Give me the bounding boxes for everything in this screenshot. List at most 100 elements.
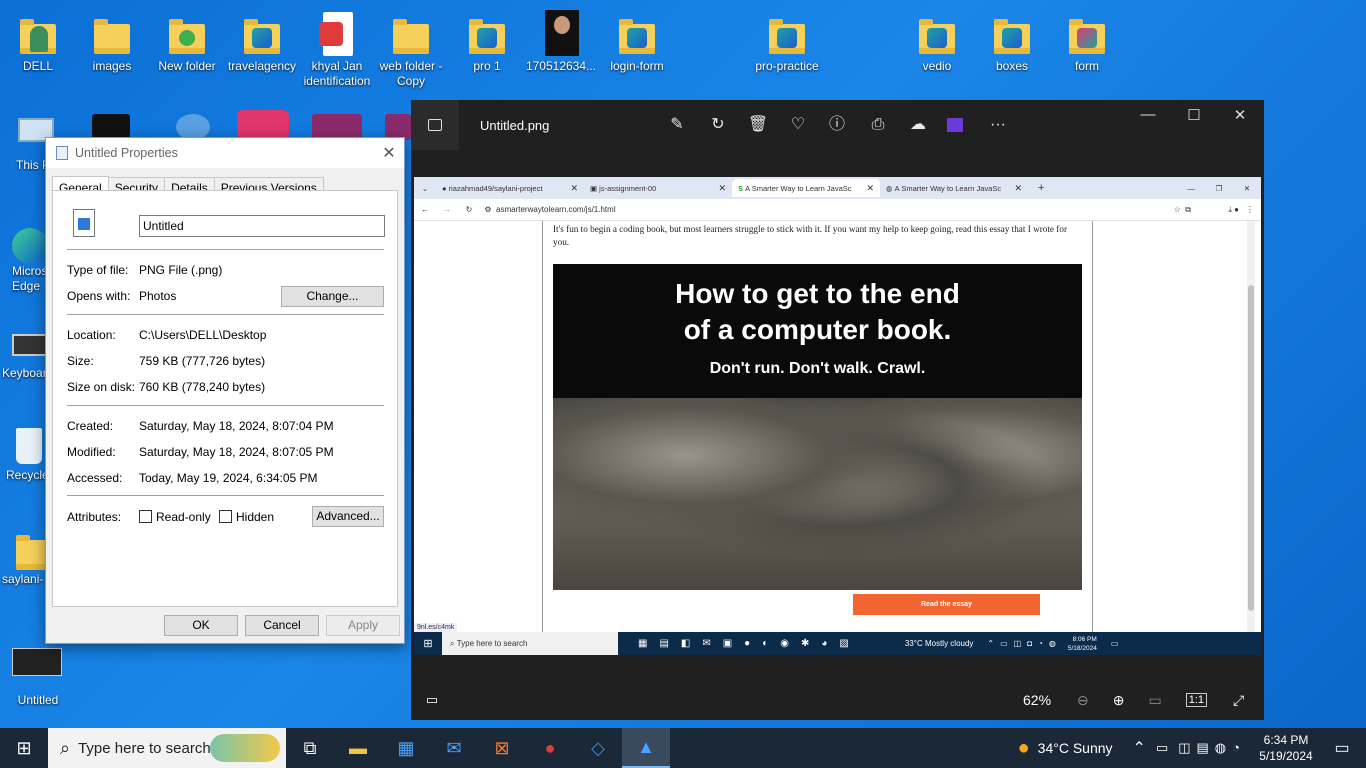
vscode-folder-icon	[767, 12, 807, 56]
created-label: Created:	[67, 419, 114, 433]
zoom-out-icon[interactable]: ⊖	[1077, 692, 1089, 709]
vscode-folder-icon	[467, 12, 507, 56]
print-icon[interactable]: ⎙	[867, 114, 889, 136]
clock[interactable]: 6:34 PM 5/19/2024	[1254, 732, 1318, 764]
desktop-icon-login-form[interactable]: login-form	[599, 12, 675, 74]
advanced-button[interactable]: Advanced...	[312, 506, 384, 527]
apply-button[interactable]: Apply	[326, 615, 400, 636]
zoom-in-icon[interactable]: ⊕	[1113, 692, 1125, 709]
rotate-icon[interactable]: ↻	[707, 114, 729, 136]
search-box[interactable]: ⌕ Type here to search	[48, 728, 286, 768]
desktop-icon-boxes[interactable]: boxes	[974, 12, 1050, 74]
change-button[interactable]: Change...	[281, 286, 384, 307]
desktop-icon-label: pro 1	[473, 59, 501, 73]
desktop-icon-images[interactable]: images	[74, 12, 150, 74]
readonly-label: Read-only	[156, 510, 211, 524]
desktop-icon-web-folder[interactable]: web folder - Copy	[373, 12, 449, 89]
png-file-icon	[73, 209, 95, 237]
filename-input[interactable]	[139, 215, 385, 237]
more-icon[interactable]: ···	[987, 114, 1009, 136]
filmstrip-icon[interactable]: ▭	[411, 692, 453, 708]
inner-search-text: Type here to search	[456, 639, 528, 648]
browser-tab-label: js-assignment-00	[599, 183, 657, 193]
desktop-icon-khyal-jan[interactable]: khyal Jan identification	[299, 12, 375, 89]
desktop-icon-form[interactable]: form	[1049, 12, 1125, 74]
globe-icon: ◍	[886, 183, 895, 193]
image-file-icon	[12, 646, 62, 690]
download-icon: ⤓ ●	[1228, 204, 1239, 214]
desktop-icon-travelagency[interactable]: travelagency	[224, 12, 300, 74]
displayed-image: ⌄ ● riazahmad49/saylani-project ✕ ▣ js-as…	[414, 177, 1261, 655]
checkbox-box[interactable]	[219, 510, 232, 523]
desktop-icon-untitled[interactable]: Untitled	[0, 646, 76, 708]
desktop-icon-dell[interactable]: DELL	[0, 12, 76, 74]
desktop-icon-new-folder[interactable]: New folder	[149, 12, 225, 74]
maximize-icon[interactable]: ☐	[1171, 106, 1217, 128]
wps-icon[interactable]: ●	[526, 728, 574, 768]
start-button[interactable]: ⊞	[0, 728, 48, 768]
size-value: 759 KB (777,726 bytes)	[139, 354, 266, 368]
app-icon[interactable]: ◇	[574, 728, 622, 768]
desktop-icon-vedio[interactable]: vedio	[899, 12, 975, 74]
close-icon[interactable]: ✕	[1217, 106, 1263, 128]
task-view-icon[interactable]: ⧉	[286, 728, 334, 768]
photos-app-icon	[411, 100, 459, 150]
search-icon: ⌕	[450, 638, 457, 648]
tray-icons[interactable]: ◫▤◍◔	[1178, 740, 1246, 756]
close-icon[interactable]: ✕	[374, 143, 404, 163]
size-on-disk-label: Size on disk:	[67, 380, 136, 394]
divider	[67, 405, 384, 406]
store-icon[interactable]: ▦	[382, 728, 430, 768]
ok-button[interactable]: OK	[164, 615, 238, 636]
browser-tab-label: riazahmad49/saylani-project	[448, 183, 543, 193]
mail-icon[interactable]: ✉	[430, 728, 478, 768]
fit-icon[interactable]: ▭	[1149, 692, 1162, 709]
desktop-icon-pro1[interactable]: pro 1	[449, 12, 525, 74]
actual-size-icon[interactable]: 1:1	[1185, 693, 1208, 707]
photos-filename: Untitled.png	[480, 117, 550, 133]
pdf-icon	[317, 12, 357, 56]
desktop-icon-pro-practice[interactable]: pro-practice	[749, 12, 825, 74]
tray-chevron-icon[interactable]: ⌃	[1133, 738, 1146, 758]
browser-tab-label: A Smarter Way to Learn JavaSc	[894, 183, 1002, 193]
file-explorer-icon[interactable]: ▬	[334, 728, 382, 768]
desktop-icon-photo[interactable]: 170512634...	[523, 10, 599, 74]
clock-time: 6:34 PM	[1263, 733, 1309, 747]
cancel-button[interactable]: Cancel	[245, 615, 319, 636]
favorite-icon[interactable]: ♡	[787, 114, 809, 136]
notification-icon[interactable]: ▭	[1318, 728, 1366, 768]
minimize-icon[interactable]: —	[1125, 106, 1171, 128]
delete-icon[interactable]: 🗑	[747, 114, 769, 136]
info-icon[interactable]: ⓘ	[826, 114, 848, 136]
accessed-value: Today, May 19, 2024, 6:34:05 PM	[139, 471, 318, 485]
site-icon: S	[738, 183, 746, 193]
close-icon: ✕	[866, 182, 874, 193]
fullscreen-icon[interactable]: ⤢	[1233, 692, 1244, 709]
clipchamp-icon[interactable]	[947, 118, 963, 132]
desktop-icon-label: boxes	[995, 59, 1029, 73]
vscode-folder-icon	[242, 12, 282, 56]
desktop-icon-label: DELL	[22, 59, 54, 73]
mud-crawl-photo	[553, 398, 1082, 590]
onedrive-icon[interactable]: ☁	[907, 114, 929, 136]
checkbox-box[interactable]	[139, 510, 152, 523]
close-icon: ✕	[1243, 183, 1251, 193]
readonly-checkbox[interactable]: Read-only	[139, 510, 211, 524]
status-url: 9nl.es/c4mk	[414, 623, 458, 632]
size-on-disk-value: 760 KB (778,240 bytes)	[139, 380, 266, 394]
browser-tab: S A Smarter Way to Learn JavaSc ✕	[732, 179, 880, 197]
pdf-app-icon[interactable]	[237, 110, 289, 140]
xampp-icon[interactable]: ⊠	[478, 728, 526, 768]
inner-weather: 33°C Mostly cloudy	[904, 639, 974, 648]
address-bar: ← → ↻ ⚙ asmarterwaytolearn.com/js/1.html…	[414, 199, 1261, 221]
github-icon: ●	[442, 183, 449, 193]
inner-search-box: ⌕ Type here to search	[442, 632, 618, 655]
photos-taskbar-icon[interactable]: ▲	[622, 728, 670, 768]
close-icon: ✕	[1014, 182, 1022, 193]
edit-icon[interactable]: ✎	[666, 114, 688, 136]
battery-icon[interactable]: ▭	[1156, 740, 1168, 756]
folder-icon	[92, 12, 132, 56]
hidden-checkbox[interactable]: Hidden	[219, 510, 274, 524]
desktop-icon-label: New folder	[158, 59, 216, 73]
desktop-icon-label: images	[92, 59, 132, 73]
